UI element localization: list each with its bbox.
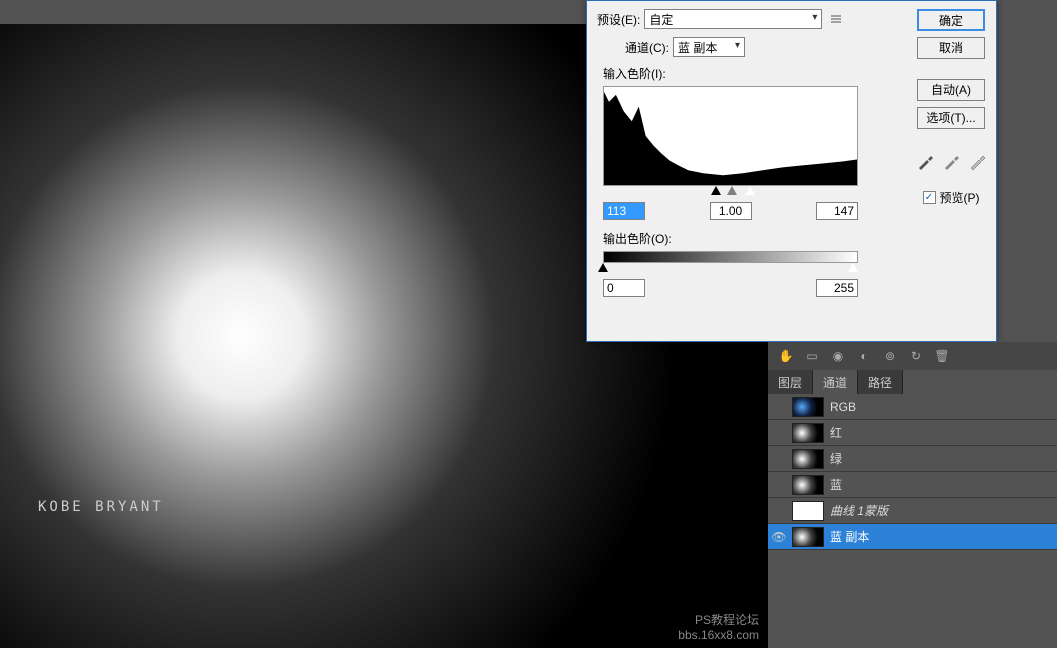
midtone-slider[interactable] (727, 186, 737, 195)
visibility-toggle[interactable]: 👁 (772, 530, 786, 544)
visibility-toggle[interactable] (772, 478, 786, 492)
channel-thumbnail (792, 423, 824, 443)
eyedropper-gray-icon[interactable] (942, 153, 960, 171)
channel-row[interactable]: 曲线 1蒙版 (768, 498, 1057, 524)
channel-row[interactable]: 绿 (768, 446, 1057, 472)
channel-thumbnail (792, 527, 824, 547)
highlight-input[interactable]: 147 (816, 202, 858, 220)
channel-dropdown[interactable]: 蓝 副本 (673, 37, 745, 57)
channel-row[interactable]: 蓝 (768, 472, 1057, 498)
channel-row[interactable]: 红 (768, 420, 1057, 446)
channel-name: 红 (830, 424, 842, 441)
eyedropper-black-icon[interactable] (916, 153, 934, 171)
output-sliders[interactable] (603, 263, 858, 275)
refresh-icon[interactable]: ↻ (908, 348, 924, 364)
channel-name: 绿 (830, 450, 842, 467)
preview-checkbox[interactable]: ✓ (923, 191, 936, 204)
visibility-toggle[interactable] (772, 400, 786, 414)
channel-name: 蓝 (830, 476, 842, 493)
panel-toolbar: ✋ ▭ ◉ ◐ ⊚ ↻ 🗑 (768, 342, 1057, 370)
output-high-slider[interactable] (848, 263, 858, 272)
output-low-input[interactable]: 0 (603, 279, 645, 297)
eyedropper-white-icon[interactable] (968, 153, 986, 171)
preview-label: 预览(P) (940, 189, 980, 206)
eyedroppers (916, 153, 986, 171)
image-caption: KOBE BRYANT (38, 499, 164, 515)
highlight-slider[interactable] (745, 186, 755, 195)
output-levels-label: 输出色阶(O): (603, 230, 986, 247)
cancel-button[interactable]: 取消 (917, 37, 985, 59)
visibility-toggle[interactable] (772, 426, 786, 440)
midtone-input[interactable]: 1.00 (710, 202, 752, 220)
hand-icon[interactable]: ✋ (778, 348, 794, 364)
input-levels-label: 输入色阶(I): (603, 65, 858, 82)
channel-thumbnail (792, 449, 824, 469)
channel-name: 蓝 副本 (830, 528, 869, 545)
channel-name: RGB (830, 400, 856, 414)
levels-dialog: 预设(E): 自定 通道(C): 蓝 副本 输入色阶(I): 113 (586, 0, 997, 342)
input-sliders[interactable] (603, 186, 858, 198)
channel-thumbnail (792, 397, 824, 417)
options-button[interactable]: 选项(T)... (917, 107, 985, 129)
output-high-input[interactable]: 255 (816, 279, 858, 297)
channel-label: 通道(C): (625, 39, 669, 56)
preset-menu-icon[interactable] (830, 13, 842, 25)
channel-row[interactable]: 👁 蓝 副本 (768, 524, 1057, 550)
tab-layers[interactable]: 图层 (768, 370, 813, 394)
toggle-icon[interactable]: ◐ (856, 348, 872, 364)
channel-thumbnail (792, 475, 824, 495)
target-icon[interactable]: ⊚ (882, 348, 898, 364)
panel-tabs: 图层 通道 路径 (768, 370, 1057, 394)
channel-row[interactable]: RGB (768, 394, 1057, 420)
preset-label: 预设(E): (597, 11, 640, 28)
channel-list: RGB 红绿蓝曲线 1蒙版 👁 蓝 副本 (768, 394, 1057, 550)
trash-icon[interactable]: 🗑 (934, 348, 950, 364)
shadow-input[interactable]: 113 (603, 202, 645, 220)
visibility-toggle[interactable] (772, 452, 786, 466)
histogram (603, 86, 858, 186)
rect-icon[interactable]: ▭ (804, 348, 820, 364)
shadow-slider[interactable] (711, 186, 721, 195)
ok-button[interactable]: 确定 (917, 9, 985, 31)
channel-name: 曲线 1蒙版 (830, 502, 888, 519)
auto-button[interactable]: 自动(A) (917, 79, 985, 101)
panels-area: ✋ ▭ ◉ ◐ ⊚ ↻ 🗑 图层 通道 路径 RGB 红绿蓝曲线 1蒙版 👁 蓝 副本 (768, 342, 1057, 648)
visibility-toggle[interactable] (772, 504, 786, 518)
output-low-slider[interactable] (598, 263, 608, 272)
watermark: PS教程论坛 bbs.16xx8.com (678, 611, 759, 642)
eye-icon[interactable]: ◉ (830, 348, 846, 364)
preset-dropdown[interactable]: 自定 (644, 9, 822, 29)
tab-paths[interactable]: 路径 (858, 370, 903, 394)
channel-thumbnail (792, 501, 824, 521)
output-gradient (603, 251, 858, 263)
tab-channels[interactable]: 通道 (813, 370, 858, 394)
